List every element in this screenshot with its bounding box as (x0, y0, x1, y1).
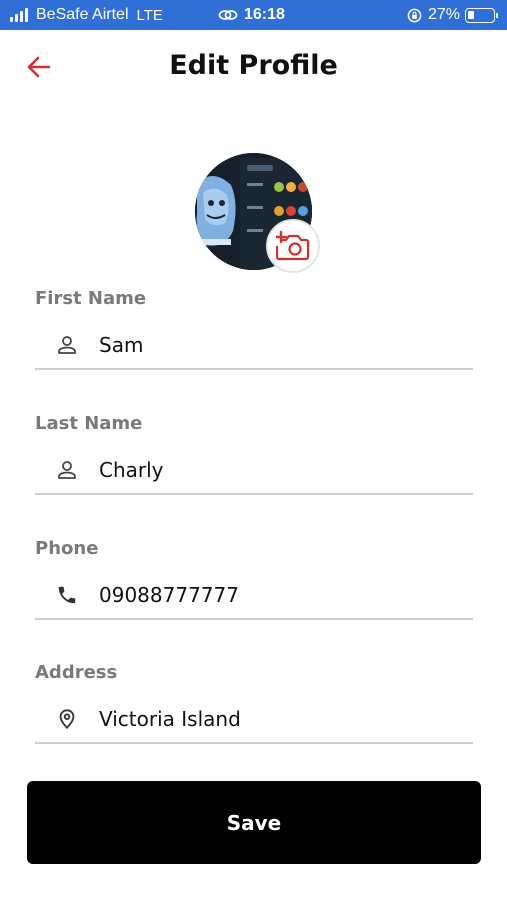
carrier-name: BeSafe Airtel (36, 6, 129, 23)
last-name-row (35, 447, 473, 495)
phone-icon (55, 583, 79, 607)
address-label: Address (35, 662, 118, 683)
last-name-input[interactable] (99, 455, 459, 485)
page-title: Edit Profile (169, 50, 338, 81)
person-icon (55, 333, 79, 357)
save-button[interactable]: Save (27, 781, 481, 864)
phone-input[interactable] (99, 580, 459, 610)
status-center: 16:18 (218, 6, 285, 24)
signal-icon (10, 8, 30, 22)
first-name-label: First Name (35, 288, 147, 309)
camera-plus-icon (276, 231, 310, 261)
status-time: 16:18 (244, 6, 285, 23)
first-name-field: First Name (35, 288, 473, 370)
phone-field: Phone (35, 538, 473, 620)
battery-percent: 27% (427, 6, 460, 23)
location-pin-icon (55, 707, 79, 731)
address-row (35, 696, 473, 744)
change-photo-button[interactable] (266, 219, 320, 273)
first-name-row (35, 322, 473, 370)
battery-icon (465, 7, 498, 23)
phone-label: Phone (35, 538, 99, 559)
phone-row (35, 572, 473, 620)
last-name-field: Last Name (35, 413, 473, 495)
orientation-lock-icon (407, 8, 422, 22)
network-type: LTE (136, 6, 163, 24)
status-right: 27% (407, 6, 498, 24)
link-icon (218, 10, 238, 20)
battery-level (468, 10, 474, 19)
address-input[interactable] (99, 704, 459, 734)
status-left: BeSafe Airtel LTE (10, 6, 163, 24)
status-bar: BeSafe Airtel LTE 16:18 27% (0, 0, 507, 30)
last-name-label: Last Name (35, 413, 143, 434)
first-name-input[interactable] (99, 330, 459, 360)
address-field: Address (35, 662, 473, 744)
person-icon (55, 458, 79, 482)
